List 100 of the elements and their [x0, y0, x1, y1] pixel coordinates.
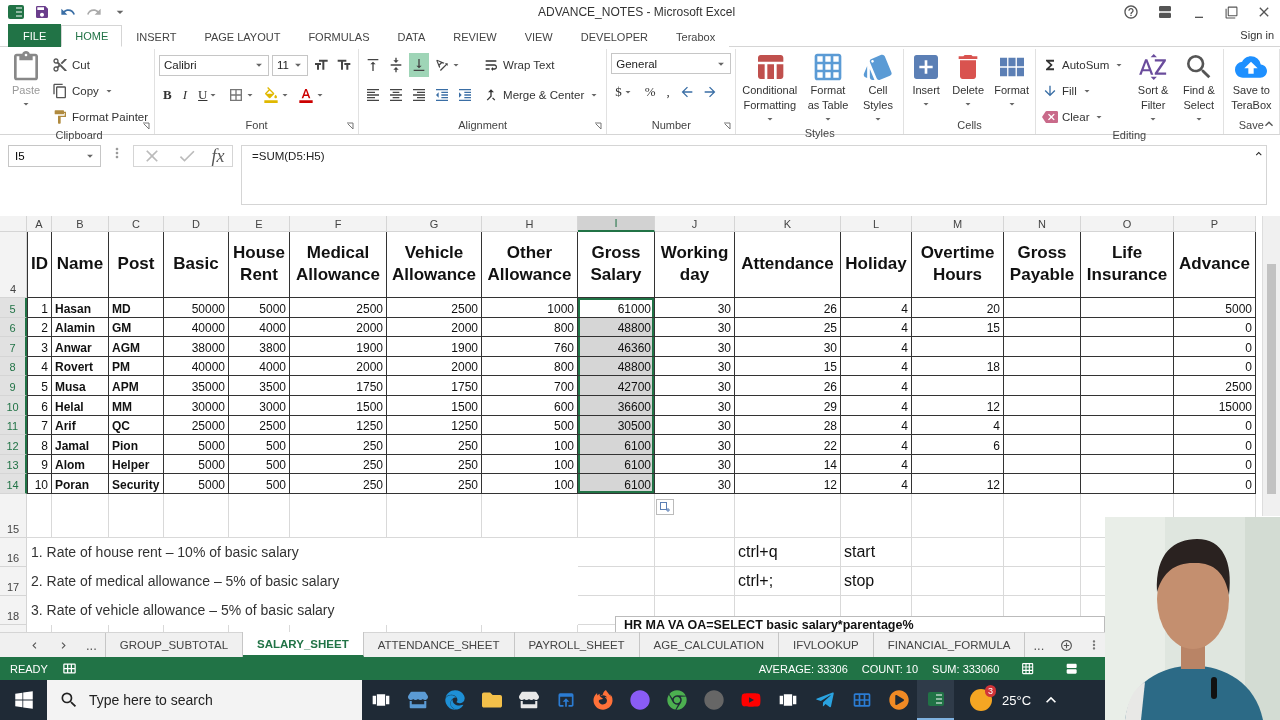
column-header[interactable]: G [387, 216, 482, 232]
ribbon-button[interactable]: Merge & Center [481, 83, 603, 107]
table-cell: Pion [109, 435, 164, 455]
column-header[interactable]: D [164, 216, 229, 232]
dialog-launcher-icon[interactable] [723, 122, 732, 130]
restore-icon[interactable] [1225, 5, 1238, 19]
row-header[interactable]: 18 [0, 595, 27, 625]
formula-field[interactable]: =SUM(D5:H5) [241, 145, 1267, 205]
column-header[interactable]: P [1174, 216, 1256, 232]
search-field[interactable]: Type here to search [47, 680, 362, 720]
sheet-tab[interactable]: SALARY_SHEET [243, 632, 364, 657]
bold-button[interactable]: B [159, 83, 176, 107]
font-grow-icon [313, 57, 330, 73]
ribbon-tab[interactable]: HOME [61, 25, 123, 47]
table-cell: 48800 [578, 317, 655, 338]
status-mode: READY [10, 662, 48, 675]
ribbon-button[interactable]: Sort & Filter [1133, 49, 1173, 127]
table-cell: 250 [290, 454, 387, 475]
column-header[interactable]: N [1004, 216, 1081, 232]
row-header[interactable]: 5 [0, 298, 27, 318]
paste-options-icon[interactable] [656, 499, 674, 515]
column-header[interactable]: M [912, 216, 1004, 232]
column-header[interactable]: O [1081, 216, 1174, 232]
grid-cell [109, 493, 164, 538]
name-box[interactable]: I5 [8, 145, 101, 167]
underline-button[interactable]: U [194, 83, 224, 107]
spreadsheet-app-icon[interactable] [917, 680, 954, 720]
windows-logo-icon [13, 690, 34, 710]
dropdown-field[interactable]: Calibri [159, 54, 270, 76]
column-header[interactable]: C [109, 216, 164, 232]
ribbon-button[interactable]: Find & Select [1179, 49, 1219, 127]
table-cell: 0 [1174, 337, 1256, 357]
column-header[interactable]: K [735, 216, 841, 232]
row-header[interactable]: 17 [0, 566, 27, 596]
sign-in-link[interactable]: Sign in [1240, 29, 1280, 41]
row-header[interactable]: 7 [0, 337, 27, 357]
text-box[interactable]: HR MA VA OA=SELECT basic salary*parentage% [615, 616, 1105, 632]
table-cell: 100 [482, 474, 578, 494]
ribbon-button[interactable]: Format Painter [50, 105, 151, 129]
column-heading: Vehicle Allowance [387, 232, 482, 298]
toolbar-button[interactable] [409, 53, 430, 77]
ribbon-button[interactable]: Fill [1040, 79, 1095, 103]
table-cell: APM [109, 376, 164, 396]
ribbon-button[interactable]: Copy [50, 79, 117, 103]
column-header[interactable]: A [27, 216, 52, 232]
column-header[interactable]: J [655, 216, 735, 232]
percent-button[interactable]: % [640, 80, 660, 104]
ribbon-button[interactable]: Format as Table [805, 49, 851, 127]
ribbon-button[interactable]: Save to TeraBox [1227, 49, 1275, 115]
table-cell: 2500 [1174, 376, 1256, 396]
table-cell: 6100 [578, 435, 655, 455]
table-cell: 10 [27, 474, 52, 494]
table-cell: 12 [912, 474, 1004, 494]
action-text: start [841, 537, 912, 567]
save-icon[interactable] [34, 4, 50, 20]
more-sheets-button[interactable]: ... [1025, 633, 1053, 657]
column-header[interactable]: I [578, 216, 655, 232]
currency-button[interactable]: $ [611, 80, 638, 104]
ribbon-button[interactable]: Clear [1040, 105, 1108, 129]
row-header[interactable]: 4 [0, 232, 27, 298]
column-header[interactable]: E [229, 216, 290, 232]
ribbon-button[interactable]: Conditional Formatting [740, 49, 800, 127]
ribbon-display-icon[interactable] [1157, 4, 1173, 20]
grid-cell [229, 493, 290, 538]
help-icon[interactable] [1123, 4, 1139, 20]
row-header[interactable]: 15 [0, 493, 27, 538]
file-tab[interactable]: FILE [8, 24, 62, 47]
table-cell: 2000 [387, 317, 482, 338]
dropdown-field[interactable]: 11 [272, 54, 309, 76]
column-heading: Basic [164, 232, 229, 298]
ribbon-button[interactable]: Cut [50, 53, 92, 77]
italic-button[interactable]: I [178, 83, 192, 107]
table-cell: 25 [735, 317, 841, 338]
column-header[interactable]: F [290, 216, 387, 232]
dialog-launcher-icon[interactable] [142, 122, 151, 130]
table-cell: 50000 [164, 298, 229, 318]
dialog-launcher-icon[interactable] [594, 122, 603, 130]
ribbon-button[interactable]: Delete [950, 49, 987, 112]
macro-record-icon[interactable] [61, 661, 77, 676]
row-header[interactable]: 16 [0, 537, 27, 567]
row-header[interactable]: 9 [0, 376, 27, 396]
table-cell: 0 [1174, 317, 1256, 338]
dialog-launcher-icon[interactable] [346, 122, 355, 130]
font-color-icon [298, 87, 315, 103]
ribbon-button[interactable]: Wrap Text [481, 53, 557, 77]
ribbon-button[interactable]: Cell Styles [856, 49, 900, 127]
column-header[interactable]: B [52, 216, 109, 232]
row-header[interactable]: 14 [0, 474, 27, 494]
shortcut-text: ctrl+q [735, 537, 841, 567]
column-header[interactable]: H [482, 216, 578, 232]
vertical-scrollbar[interactable] [1262, 216, 1280, 516]
dropdown-field[interactable]: General [611, 53, 732, 74]
ribbon-button[interactable]: AutoSum [1040, 53, 1128, 77]
insert-function-button[interactable]: fx [211, 145, 225, 167]
ribbon-button[interactable]: Format [992, 49, 1031, 112]
ribbon-button[interactable]: Insert [908, 49, 945, 112]
row-header[interactable]: 12 [0, 435, 27, 455]
comma-style-button[interactable]: , [662, 80, 674, 104]
table-cell: 15 [735, 356, 841, 377]
column-header[interactable]: L [841, 216, 912, 232]
